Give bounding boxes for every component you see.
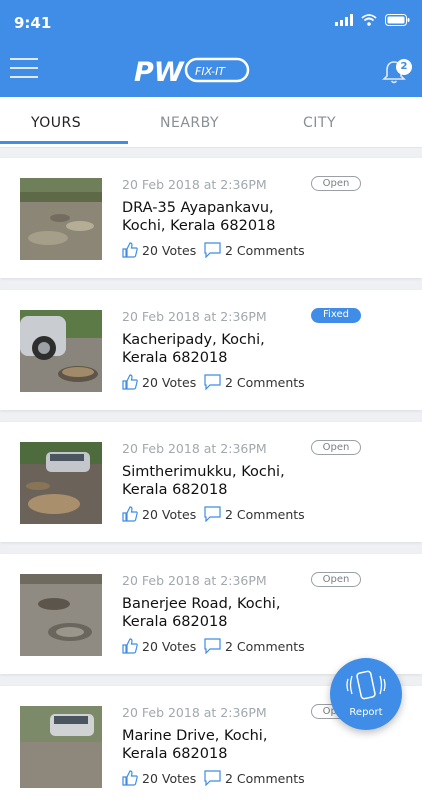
- report-card[interactable]: 20 Feb 2018 at 2:36PM Banerjee Road, Koc…: [0, 554, 422, 674]
- app-header: 9:41 PW FIX-IT: [0, 0, 422, 97]
- pothole-photo: [20, 442, 102, 524]
- tab-nearby[interactable]: NEARBY: [160, 115, 219, 131]
- phone-vibrate-icon: [346, 670, 386, 700]
- votes-button[interactable]: 20 Votes: [122, 506, 196, 522]
- report-date: 20 Feb 2018 at 2:36PM: [122, 441, 267, 456]
- comments-button[interactable]: 2 Comments: [204, 242, 305, 258]
- logo-text: PW: [134, 57, 185, 86]
- comment-icon: [204, 506, 221, 522]
- votes-button[interactable]: 20 Votes: [122, 770, 196, 786]
- status-badge: Open: [311, 176, 361, 191]
- tab-bar: YOURS NEARBY CITY: [0, 97, 422, 148]
- votes-button[interactable]: 20 Votes: [122, 374, 196, 390]
- status-badge: Open: [311, 440, 361, 455]
- tab-city[interactable]: CITY: [303, 115, 336, 131]
- comment-icon: [204, 374, 221, 390]
- nav-bar: PW FIX-IT: [0, 44, 422, 97]
- comments-count: 2 Comments: [225, 374, 305, 390]
- votes-count: 20 Votes: [142, 638, 197, 654]
- votes-count: 20 Votes: [142, 770, 197, 786]
- comments-button[interactable]: 2 Comments: [204, 770, 305, 786]
- report-date: 20 Feb 2018 at 2:36PM: [122, 573, 267, 588]
- report-card[interactable]: 20 Feb 2018 at 2:36PM Simtherimukku, Koc…: [0, 422, 422, 542]
- report-date: 20 Feb 2018 at 2:36PM: [122, 309, 267, 324]
- thumbs-up-icon: [122, 242, 138, 258]
- votes-count: 20 Votes: [142, 374, 197, 390]
- comments-button[interactable]: 2 Comments: [204, 374, 305, 390]
- status-icons: [335, 14, 410, 26]
- comments-count: 2 Comments: [225, 638, 305, 654]
- report-button[interactable]: Report: [330, 658, 402, 730]
- report-address: Simtherimukku, Kochi, Kerala 682018: [122, 464, 285, 498]
- report-address: Banerjee Road, Kochi, Kerala 682018: [122, 596, 281, 630]
- report-card[interactable]: 20 Feb 2018 at 2:36PM Kacheripady, Kochi…: [0, 290, 422, 410]
- tab-yours[interactable]: YOURS: [31, 115, 81, 131]
- battery-icon: [385, 14, 410, 26]
- comments-button[interactable]: 2 Comments: [204, 506, 305, 522]
- pothole-photo: [20, 310, 102, 392]
- pothole-photo: [20, 706, 102, 788]
- logo-subtext: FIX-IT: [195, 65, 226, 78]
- comments-button[interactable]: 2 Comments: [204, 638, 305, 654]
- notification-badge[interactable]: 2: [396, 59, 412, 75]
- report-date: 20 Feb 2018 at 2:36PM: [122, 177, 267, 192]
- comment-icon: [204, 638, 221, 654]
- votes-button[interactable]: 20 Votes: [122, 638, 196, 654]
- thumbs-up-icon: [122, 638, 138, 654]
- report-card[interactable]: 20 Feb 2018 at 2:36PM DRA-35 Ayapankavu,…: [0, 158, 422, 278]
- thumbs-up-icon: [122, 770, 138, 786]
- comment-icon: [204, 770, 221, 786]
- votes-count: 20 Votes: [142, 242, 197, 258]
- votes-button[interactable]: 20 Votes: [122, 242, 196, 258]
- status-bar: 9:41: [0, 0, 422, 44]
- status-time: 9:41: [14, 14, 52, 32]
- menu-icon[interactable]: [10, 58, 38, 80]
- comments-count: 2 Comments: [225, 242, 305, 258]
- report-address: Kacheripady, Kochi, Kerala 682018: [122, 332, 265, 366]
- pothole-photo: [20, 574, 102, 656]
- comment-icon: [204, 242, 221, 258]
- report-button-label: Report: [349, 707, 383, 718]
- report-address: Marine Drive, Kochi, Kerala 682018: [122, 728, 268, 762]
- thumbs-up-icon: [122, 374, 138, 390]
- status-badge: Open: [311, 572, 361, 587]
- pothole-photo: [20, 178, 102, 260]
- status-badge: Fixed: [311, 308, 361, 323]
- signal-icon: [335, 14, 353, 26]
- app-logo: PW FIX-IT: [134, 57, 250, 86]
- votes-count: 20 Votes: [142, 506, 197, 522]
- comments-count: 2 Comments: [225, 770, 305, 786]
- thumbs-up-icon: [122, 506, 138, 522]
- wifi-icon: [361, 14, 377, 26]
- active-tab-indicator: [0, 141, 128, 144]
- comments-count: 2 Comments: [225, 506, 305, 522]
- report-address: DRA-35 Ayapankavu, Kochi, Kerala 682018: [122, 200, 276, 234]
- report-date: 20 Feb 2018 at 2:36PM: [122, 705, 267, 720]
